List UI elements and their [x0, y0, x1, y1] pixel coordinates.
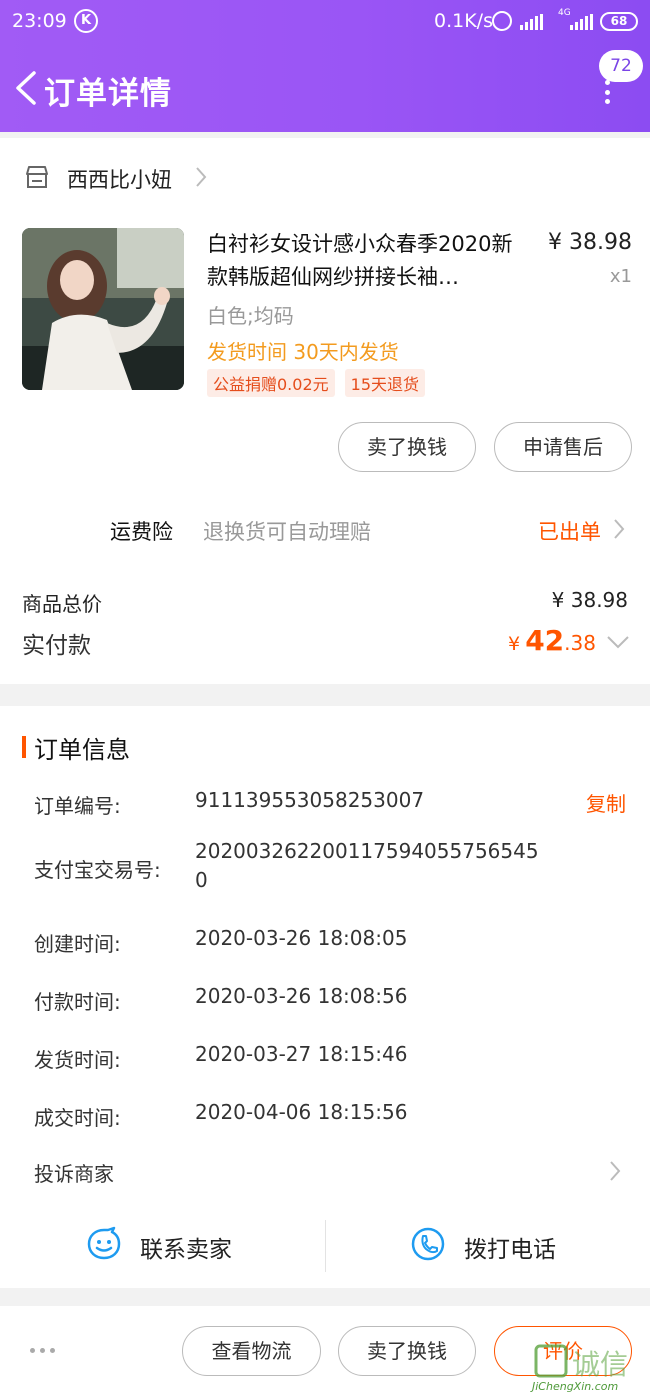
order-number-value: 911139553058253007	[195, 788, 425, 812]
phone-icon	[411, 1227, 445, 1261]
alarm-icon	[492, 11, 512, 31]
app-header: 23:09 K 0.1K/s 4G 68 订单详情 72	[0, 0, 650, 132]
complain-seller-row[interactable]: 投诉商家	[0, 1154, 650, 1194]
copy-order-number-button[interactable]: 复制	[586, 788, 626, 817]
product-sku: 白色;均码	[207, 304, 294, 328]
contact-seller-button[interactable]: 联系卖家	[80, 1218, 260, 1274]
tag-charity: 公益捐赠0.02元	[207, 369, 335, 397]
call-seller-label: 拨打电话	[464, 1237, 556, 1263]
order-info-card: 订单信息 订单编号: 911139553058253007 复制 支付宝交易号:…	[0, 706, 650, 1288]
complain-seller-label: 投诉商家	[34, 1162, 114, 1186]
network-type: 4G	[558, 8, 571, 18]
app-notification-icon: K	[74, 9, 98, 33]
order-item-card: 西西比小妞 白衬衫女设计感小众春季2020新款韩版超仙网纱拼接长袖… ¥ 38.…	[0, 138, 650, 684]
shipped-time-label: 发货时间:	[34, 1048, 121, 1072]
shop-row[interactable]: 西西比小妞	[0, 138, 650, 218]
alipay-trade-no-label: 支付宝交易号:	[34, 858, 161, 882]
contact-divider	[325, 1220, 326, 1272]
insurance-desc: 退换货可自动理赔	[203, 520, 371, 544]
goods-total-label: 商品总价	[22, 592, 102, 616]
network-speed: 0.1K/s	[434, 10, 493, 32]
paid-time-label: 付款时间:	[34, 990, 121, 1014]
status-bar: 23:09 K 0.1K/s 4G 68	[0, 0, 650, 44]
store-icon	[26, 166, 48, 188]
shipping-insurance-row[interactable]: 运费险 退换货可自动理赔 已出单	[0, 500, 650, 558]
chevron-right-icon	[610, 1161, 621, 1181]
chevron-right-icon	[196, 167, 207, 187]
more-actions-icon[interactable]	[30, 1348, 55, 1353]
chevron-right-icon	[614, 519, 625, 539]
insurance-status: 已出单	[538, 520, 601, 544]
paid-integer: 42	[525, 624, 565, 657]
status-time: 23:09	[12, 10, 67, 32]
signal-icon	[520, 14, 543, 30]
tag-return: 15天退货	[344, 369, 426, 397]
battery-icon: 68	[600, 12, 638, 31]
after-sale-button[interactable]: 申请售后	[494, 422, 632, 472]
product-quantity: x1	[609, 266, 632, 287]
sell-for-cash-bottom-button[interactable]: 卖了换钱	[338, 1326, 476, 1376]
paid-time-value: 2020-03-26 18:08:56	[195, 984, 408, 1008]
chat-bubble-icon	[87, 1226, 121, 1260]
sell-for-cash-button[interactable]: 卖了换钱	[338, 422, 476, 472]
goods-total-value: ¥ 38.98	[551, 588, 628, 612]
deal-time-value: 2020-04-06 18:15:56	[195, 1100, 408, 1124]
shop-name: 西西比小妞	[67, 168, 172, 192]
message-count-badge[interactable]: 72	[599, 50, 643, 82]
order-number-label: 订单编号:	[34, 794, 121, 818]
contact-seller-label: 联系卖家	[140, 1237, 232, 1263]
page-title: 订单详情	[44, 76, 172, 112]
view-logistics-button[interactable]: 查看物流	[182, 1326, 321, 1376]
created-time-label: 创建时间:	[34, 932, 121, 956]
section-accent-bar	[22, 736, 26, 758]
back-arrow-icon[interactable]	[12, 70, 42, 106]
insurance-label: 运费险	[110, 520, 173, 544]
shipped-time-value: 2020-03-27 18:15:46	[195, 1042, 408, 1066]
paid-decimal: .38	[564, 631, 596, 655]
chevron-down-icon[interactable]	[606, 634, 630, 650]
signal-icon-2	[570, 14, 593, 30]
product-thumbnail[interactable]	[22, 228, 184, 390]
created-time-value: 2020-03-26 18:08:05	[195, 926, 408, 950]
paid-amount-label: 实付款	[22, 633, 91, 659]
deal-time-label: 成交时间:	[34, 1106, 121, 1130]
paid-amount-value: ¥ 42.38	[508, 624, 596, 657]
watermark-text: 诚信	[572, 1348, 628, 1381]
product-tags: 公益捐赠0.02元 15天退货	[207, 369, 426, 397]
watermark-url: JiChengXin.com	[532, 1380, 619, 1393]
alipay-trade-no-value: 2020032622001175940557565450	[195, 839, 539, 892]
ship-time: 发货时间 30天内发货	[207, 340, 399, 364]
product-price: ¥ 38.98	[548, 230, 632, 255]
paid-currency: ¥	[508, 633, 521, 655]
call-seller-button[interactable]: 拨打电话	[406, 1218, 586, 1274]
order-info-title: 订单信息	[34, 736, 130, 764]
more-menu-icon[interactable]	[602, 80, 612, 104]
product-title[interactable]: 白衬衫女设计感小众春季2020新款韩版超仙网纱拼接长袖…	[207, 228, 527, 294]
